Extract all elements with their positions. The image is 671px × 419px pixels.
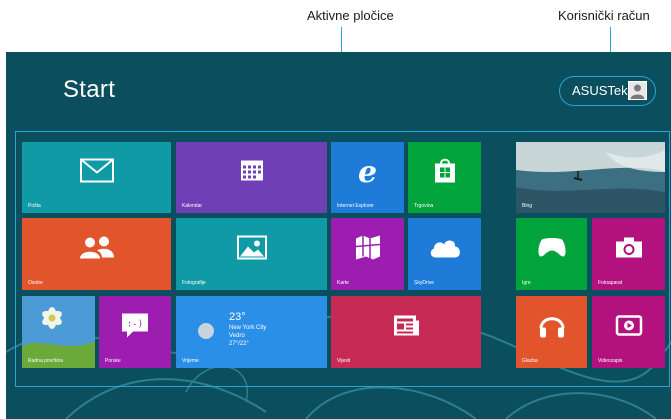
mail-icon — [79, 158, 114, 188]
headphones-icon — [538, 311, 566, 344]
sun-icon — [198, 323, 214, 339]
cloud-icon — [428, 236, 462, 263]
camera-icon — [615, 236, 643, 263]
tile-calendar[interactable]: Kalendar — [176, 142, 327, 213]
tile-label: Trgovina — [414, 203, 434, 209]
tile-messaging[interactable]: :-) Poruke — [99, 296, 171, 368]
tile-weather[interactable]: 23° New York City Vedro 27°/22° Vrijeme — [176, 296, 327, 368]
tile-label: Poruke — [105, 358, 121, 364]
video-icon — [615, 314, 643, 341]
tile-news[interactable]: Vijesti — [331, 296, 481, 368]
tile-camera[interactable]: Fotoaparat — [592, 218, 665, 290]
start-title: Start — [63, 76, 116, 103]
tile-label: Fotoaparat — [598, 280, 623, 286]
weather-range: 27°/22° — [229, 341, 249, 347]
tile-label: Kalendar — [182, 203, 203, 209]
tile-internet-explorer[interactable]: e Internet Explorer — [331, 142, 404, 213]
start-screen: Start ASUSTek Pošta Kalendar e Internet … — [6, 52, 671, 419]
chat-smiley-icon: :-) — [121, 312, 149, 343]
tile-label: Vijesti — [337, 358, 351, 364]
tile-video[interactable]: Videozapis — [592, 296, 665, 368]
calendar-icon — [240, 159, 264, 188]
tile-store[interactable]: Trgovina — [408, 142, 481, 213]
svg-text::-): :-) — [127, 319, 143, 329]
weather-condition: Vedro — [229, 333, 245, 339]
callout-user-account: Korisnički račun — [558, 8, 650, 23]
tile-label: Radna površina — [28, 358, 64, 364]
user-account[interactable]: ASUSTek — [559, 76, 656, 106]
tile-label: Vrijeme — [182, 358, 199, 364]
tile-label: Karte — [337, 280, 349, 286]
tile-label: Glazba — [522, 358, 538, 364]
tile-maps[interactable]: Karte — [331, 218, 404, 290]
tile-mail[interactable]: Pošta — [22, 142, 171, 213]
tile-label: Osobe — [28, 280, 43, 286]
tile-desktop[interactable]: Radna površina — [22, 296, 95, 368]
tile-bing[interactable]: Bing — [516, 142, 665, 213]
tile-games[interactable]: Igre — [516, 218, 587, 290]
tile-label: Pošta — [28, 203, 41, 209]
people-icon — [79, 235, 115, 264]
user-name: ASUSTek — [572, 83, 628, 98]
surfer-photo — [516, 142, 665, 213]
tile-label: Internet Explorer — [337, 203, 374, 209]
internet-explorer-icon: e — [357, 155, 378, 191]
controller-icon — [537, 236, 567, 263]
user-avatar-icon — [628, 81, 647, 100]
tile-skydrive[interactable]: SkyDrive — [408, 218, 481, 290]
tile-label: Igre — [522, 280, 531, 286]
tile-label: SkyDrive — [414, 280, 435, 286]
photos-icon — [236, 235, 267, 264]
tile-label: Videozapis — [598, 358, 623, 364]
weather-temperature: 23° — [229, 311, 246, 323]
maps-icon — [355, 234, 381, 265]
callout-live-tiles: Aktivne pločice — [307, 8, 394, 23]
tile-photos[interactable]: Fotografije — [176, 218, 327, 290]
tile-label: Bing — [522, 203, 533, 209]
news-icon — [393, 314, 419, 341]
tile-label: Fotografije — [182, 280, 206, 286]
store-icon — [434, 158, 456, 189]
tile-music[interactable]: Glazba — [516, 296, 587, 368]
weather-city: New York City — [229, 325, 267, 331]
tile-people[interactable]: Osobe — [22, 218, 171, 290]
